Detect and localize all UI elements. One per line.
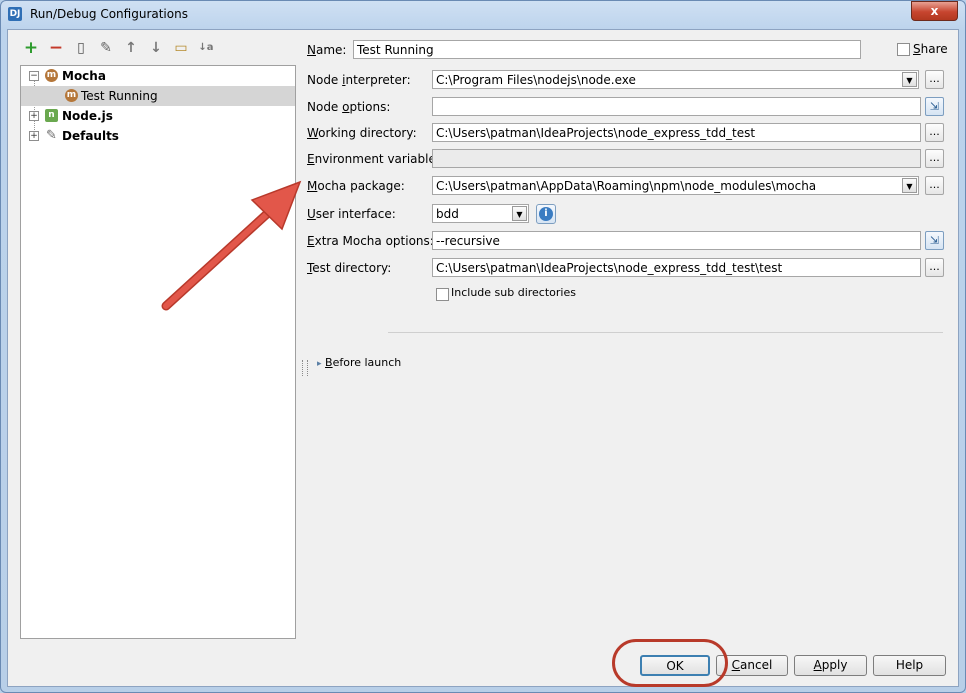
help-button[interactable]: Help bbox=[873, 655, 946, 676]
annotation-circle bbox=[612, 639, 728, 687]
annotation-arrow bbox=[161, 180, 302, 311]
apply-button[interactable]: Apply bbox=[794, 655, 867, 676]
